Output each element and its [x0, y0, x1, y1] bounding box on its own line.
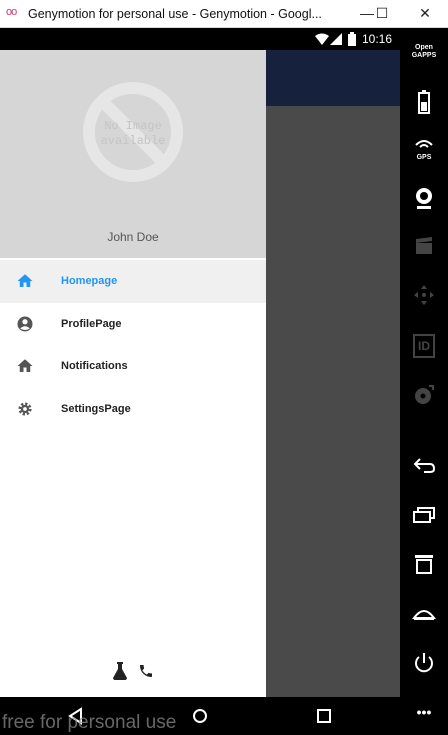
clapperboard-icon [416, 237, 432, 254]
gps-button[interactable]: GPS [400, 136, 448, 166]
drawer-item-notifications[interactable]: Notifications [0, 345, 266, 388]
drawer-header: No Image available John Doe [0, 50, 266, 258]
device-screen: 10:16 No Image available John Doe Homepa… [0, 28, 400, 735]
window-title: Genymotion for personal use - Genymotion… [28, 7, 322, 21]
navigation-drawer: No Image available John Doe Homepage Pro… [0, 50, 266, 697]
battery-icon [418, 90, 430, 114]
genymotion-logo-icon: oo [6, 6, 17, 18]
capture-button[interactable] [400, 236, 448, 266]
drawer-item-label: Notifications [61, 360, 128, 372]
dpad-icon [414, 285, 434, 305]
watermark-text: free for personal use [2, 712, 177, 733]
menu-icon [415, 555, 433, 574]
drawer-item-homepage[interactable]: Homepage [0, 260, 266, 303]
gps-label: GPS [416, 154, 432, 161]
open-gapps-label-1: Open [415, 44, 433, 51]
home-icon [17, 274, 33, 287]
maximize-button[interactable]: ☐ [367, 2, 397, 24]
signal-icon [330, 33, 342, 45]
flask-icon[interactable] [112, 662, 128, 680]
back-button[interactable] [400, 456, 448, 486]
drawer-item-label: SettingsPage [61, 402, 131, 415]
open-gapps-button[interactable]: Open GAPPS [400, 44, 448, 74]
recent-apps-icon [413, 507, 435, 523]
more-options-button[interactable]: ••• [400, 704, 448, 734]
app-bar [266, 50, 400, 106]
no-image-text-2: available [101, 134, 166, 148]
close-button[interactable]: ✕ [410, 2, 440, 24]
gear-icon [18, 401, 32, 416]
device-id-button[interactable]: ID [400, 334, 448, 364]
media-button[interactable] [400, 384, 448, 414]
drawer-item-label: Homepage [61, 275, 118, 287]
drawer-item-label: ProfilePage [61, 317, 122, 330]
open-gapps-label-2: GAPPS [411, 52, 437, 59]
webcam-button[interactable] [400, 186, 448, 216]
disc-icon [415, 385, 434, 404]
drawer-menu: Homepage ProfilePage Notifications Setti… [0, 260, 266, 430]
home-button[interactable] [400, 604, 448, 634]
user-name: John Doe [107, 230, 159, 244]
id-label: ID [413, 334, 435, 358]
webcam-icon [416, 188, 432, 209]
home-circle-icon[interactable] [190, 707, 210, 725]
home-icon [17, 359, 33, 372]
recent-apps-button[interactable] [400, 506, 448, 536]
dpad-button[interactable] [400, 284, 448, 314]
battery-button[interactable] [400, 90, 448, 120]
home-dome-icon [412, 610, 436, 620]
window-titlebar: oo Genymotion for personal use - Genymot… [0, 0, 448, 28]
battery-icon [348, 32, 356, 46]
menu-button[interactable] [400, 554, 448, 584]
drawer-item-settingspage[interactable]: SettingsPage [0, 388, 266, 431]
gps-signal-icon [415, 140, 433, 148]
no-image-placeholder: No Image available [83, 82, 183, 182]
account-circle-icon [17, 316, 33, 331]
power-button[interactable] [400, 652, 448, 682]
drawer-footer [110, 660, 160, 682]
phone-icon[interactable] [138, 663, 154, 679]
drawer-item-profilepage[interactable]: ProfilePage [0, 303, 266, 346]
emulator-toolbar: Open GAPPS GPS ID ••• [400, 28, 448, 735]
status-time: 10:16 [361, 32, 392, 46]
status-bar: 10:16 [0, 28, 400, 50]
power-icon [415, 653, 433, 673]
recents-square-icon[interactable] [314, 707, 334, 725]
no-image-text-1: No Image [104, 119, 162, 133]
wifi-icon [315, 33, 329, 45]
back-arrow-icon [413, 458, 436, 473]
